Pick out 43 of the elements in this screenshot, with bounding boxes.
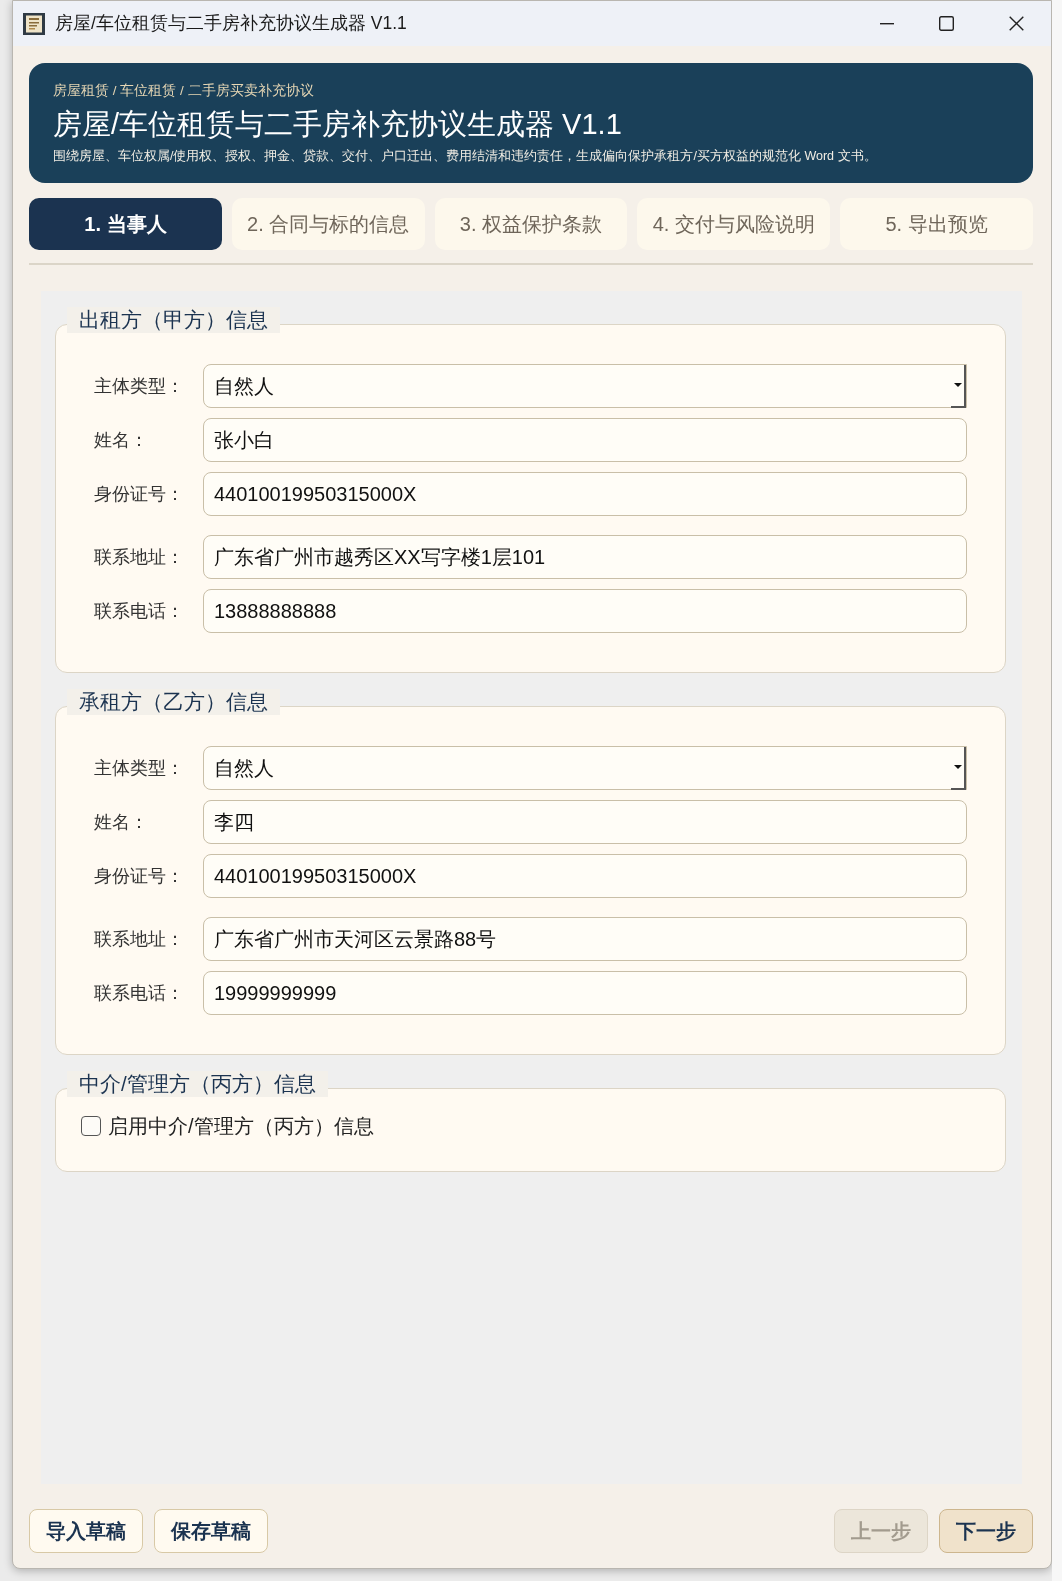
field-label: 姓名： [94,810,149,834]
text-field[interactable]: 44010019950315000X [203,472,967,516]
field-label: 姓名： [94,428,149,452]
dropdown[interactable]: 自然人 [203,746,967,790]
group-title: 出租方（甲方）信息 [67,307,280,333]
group-title: 承租方（乙方）信息 [67,689,280,715]
field-label: 联系电话： [94,599,185,623]
footer-button[interactable]: 保存草稿 [154,1509,268,1553]
dropdown[interactable]: 自然人 [203,364,967,408]
field-label: 身份证号： [94,864,185,888]
app-title: 房屋/车位租赁与二手房补充协议生成器 V1.1 [53,107,623,142]
footer-button[interactable]: 导入草稿 [29,1509,143,1553]
caret-icon [953,383,962,387]
text-field[interactable]: 44010019950315000X [203,854,967,898]
document-icon [23,12,45,35]
window-title: 房屋/车位租赁与二手房补充协议生成器 V1.1 [55,12,407,36]
app-description: 围绕房屋、车位权属/使用权、授权、押金、贷款、交付、户口迁出、费用结清和违约责任，生成偏向保护承租方/买方权益的规范化 Word 文书。 [53,148,878,165]
footer-button[interactable]: 下一步 [939,1509,1033,1553]
close-icon[interactable] [1009,16,1024,31]
text-field[interactable]: 19999999999 [203,971,967,1015]
text-field[interactable]: 广东省广州市天河区云景路88号 [203,917,967,961]
checkbox-label: 启用中介/管理方（丙方）信息 [108,1114,374,1139]
caret-icon [953,765,962,769]
field-label: 联系地址： [94,545,185,569]
field-label: 联系电话： [94,981,185,1005]
tab[interactable]: 4. 交付与风险说明 [637,198,831,250]
text-field[interactable]: 李四 [203,800,967,844]
text-field[interactable]: 张小白 [203,418,967,462]
tab[interactable]: 2. 合同与标的信息 [231,198,425,250]
tab[interactable]: 1. 当事人 [29,198,222,250]
text-field[interactable]: 13888888888 [203,589,967,633]
minimize-icon[interactable] [880,22,894,25]
tab[interactable]: 3. 权益保护条款 [434,198,628,250]
field-label: 联系地址： [94,927,185,951]
tab[interactable]: 5. 导出预览 [840,198,1033,250]
maximize-icon[interactable] [939,16,954,31]
field-label: 主体类型： [94,374,185,398]
text-field[interactable]: 广东省广州市越秀区XX写字楼1层101 [203,535,967,579]
field-label: 主体类型： [94,756,185,780]
field-label: 身份证号： [94,482,185,506]
group-title: 中介/管理方（丙方）信息 [67,1071,328,1097]
breadcrumb: 房屋租赁 / 车位租赁 / 二手房买卖补充协议 [53,83,315,99]
checkbox[interactable] [81,1116,101,1136]
